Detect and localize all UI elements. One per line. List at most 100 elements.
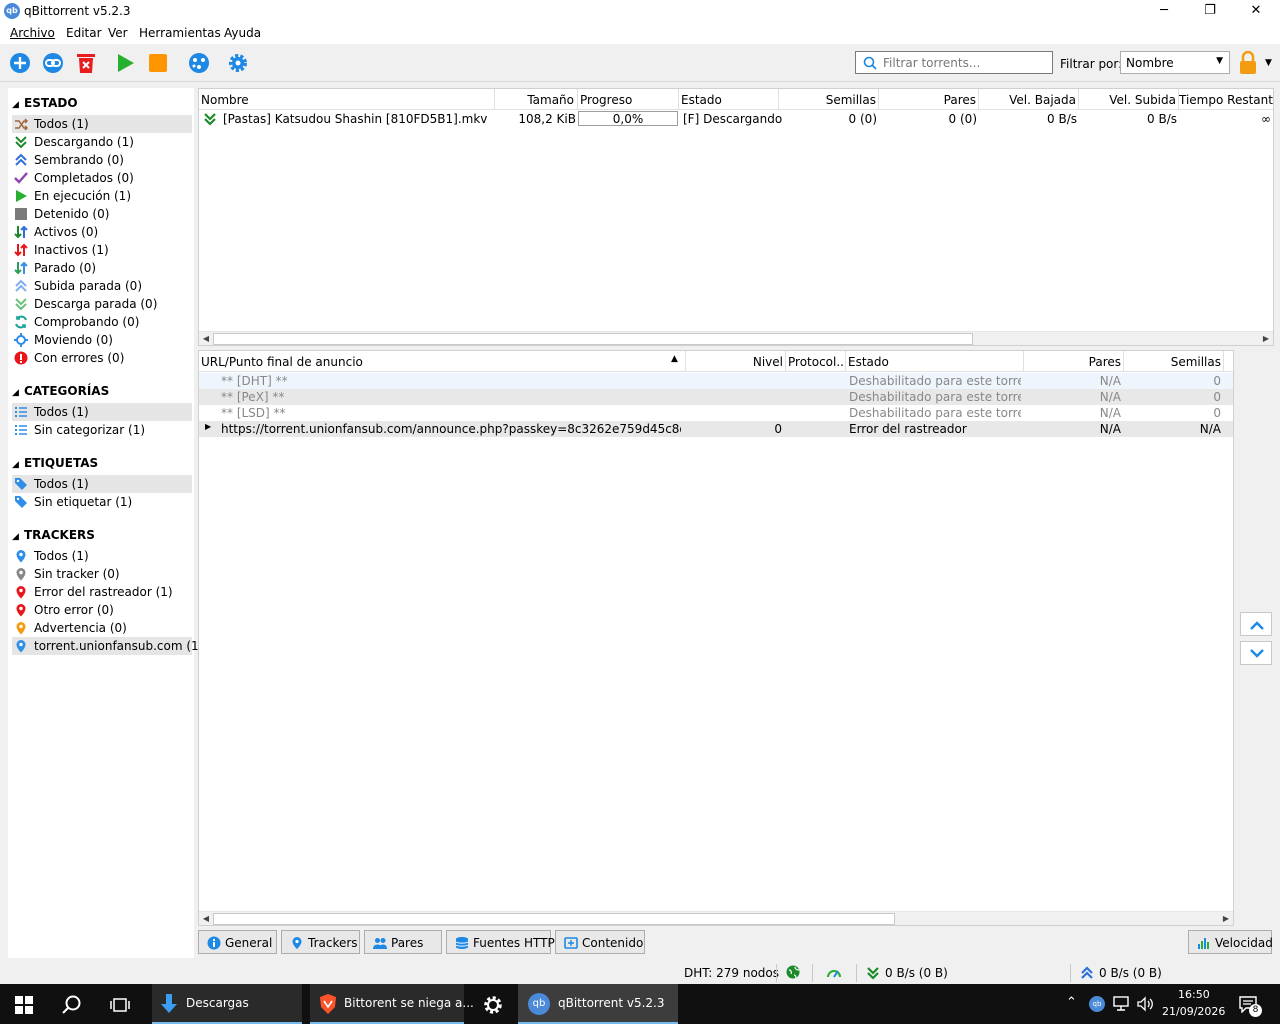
col-nivel[interactable]: Nivel: [686, 351, 786, 371]
tracker-row[interactable]: ** [DHT] ** Deshabilitado para este torre…: [199, 373, 1233, 389]
scroll-right-icon[interactable]: ▶: [1259, 332, 1273, 346]
col-pares[interactable]: Pares: [879, 89, 979, 109]
section-categorias[interactable]: ◢ CATEGORÍAS: [12, 384, 109, 398]
expand-row-icon[interactable]: ▶: [205, 422, 211, 431]
tracker-filter-item[interactable]: Sin tracker (0): [12, 565, 192, 583]
col-nombre[interactable]: Nombre: [199, 89, 495, 109]
status-filter-item[interactable]: Subida parada (0): [12, 277, 192, 295]
tab-contenido[interactable]: Contenido: [555, 930, 645, 954]
tab-velocidad[interactable]: Velocidad: [1188, 930, 1273, 954]
resume-icon[interactable]: [114, 52, 136, 74]
close-button[interactable]: ✕: [1233, 0, 1279, 23]
lock-menu-chevron-icon[interactable]: ▼: [1265, 58, 1272, 68]
col-estado[interactable]: Estado: [679, 89, 779, 109]
status-filter-item[interactable]: Con errores (0): [12, 349, 192, 367]
add-link-icon[interactable]: [42, 52, 64, 74]
section-etiquetas[interactable]: ◢ ETIQUETAS: [12, 456, 98, 470]
search-input[interactable]: Filtrar torrents...: [855, 51, 1053, 74]
col-semillas-tracker[interactable]: Semillas: [1124, 351, 1224, 371]
filter-select[interactable]: Nombre ▼: [1120, 51, 1230, 74]
tracker-row[interactable]: ** [LSD] ** Deshabilitado para este torre…: [199, 405, 1233, 421]
settings-gear-icon[interactable]: [482, 994, 504, 1016]
clock-time[interactable]: 16:50: [1178, 988, 1210, 1001]
scroll-thumb[interactable]: [213, 913, 895, 925]
search-icon[interactable]: [61, 994, 83, 1016]
status-filter-item[interactable]: Completados (0): [12, 169, 192, 187]
status-filter-item[interactable]: Sembrando (0): [12, 151, 192, 169]
scroll-right-icon[interactable]: ▶: [1219, 912, 1233, 926]
status-filter-item[interactable]: Detenido (0): [12, 205, 192, 223]
col-vel-bajada[interactable]: Vel. Bajada: [979, 89, 1079, 109]
task-view-icon[interactable]: [110, 996, 130, 1014]
tracker-filter-item[interactable]: Error del rastreador (1): [12, 583, 192, 601]
torrent-hscrollbar[interactable]: ◀ ▶: [199, 331, 1273, 345]
connection-globe-icon[interactable]: [786, 965, 800, 979]
status-filter-item[interactable]: Inactivos (1): [12, 241, 192, 259]
task-browser[interactable]: Bittorent se niega a...: [310, 984, 474, 1024]
clock-date[interactable]: 21/09/2026: [1162, 1005, 1225, 1018]
move-up-button[interactable]: [1240, 612, 1272, 636]
col-progreso[interactable]: Progreso: [578, 89, 679, 109]
remote-icon[interactable]: [188, 52, 210, 74]
network-icon[interactable]: [1112, 996, 1130, 1012]
col-semillas[interactable]: Semillas: [779, 89, 879, 109]
status-filter-item[interactable]: Parado (0): [12, 259, 192, 277]
tab-trackers[interactable]: Trackers: [281, 930, 360, 954]
tab-pares[interactable]: Pares: [364, 930, 442, 954]
category-filter-item[interactable]: Sin categorizar (1): [12, 421, 192, 439]
torrent-row[interactable]: [Pastas] Katsudou Shashin [810FD5B1].mkv…: [199, 110, 1273, 128]
move-down-button[interactable]: [1240, 641, 1272, 665]
tracker-row[interactable]: ▶ https://torrent.unionfansub.com/announc…: [199, 421, 1233, 437]
tray-qbittorrent-icon[interactable]: qb: [1089, 996, 1105, 1012]
category-filter-item[interactable]: Todos (1): [12, 403, 192, 421]
menu-archivo[interactable]: Archivo: [10, 26, 55, 40]
minimize-button[interactable]: ─: [1141, 0, 1187, 23]
pause-icon[interactable]: [147, 52, 169, 74]
trackers-hscrollbar[interactable]: ◀ ▶: [199, 911, 1233, 925]
col-protocolo[interactable]: Protocol...: [786, 351, 846, 371]
col-url[interactable]: URL/Punto final de anuncio ▲: [199, 351, 686, 371]
col-vel-subida[interactable]: Vel. Subida: [1079, 89, 1179, 109]
delete-icon[interactable]: [75, 52, 97, 74]
status-filter-item[interactable]: Todos (1): [12, 115, 192, 133]
tracker-row[interactable]: ** [PeX] ** Deshabilitado para este torre…: [199, 389, 1233, 405]
tracker-filter-item[interactable]: Todos (1): [12, 547, 192, 565]
error-icon: [14, 351, 28, 365]
status-filter-item[interactable]: Descarga parada (0): [12, 295, 192, 313]
task-qbittorrent[interactable]: qb qBittorrent v5.2.3: [518, 984, 678, 1024]
maximize-button[interactable]: ❐: [1187, 0, 1233, 23]
status-filter-item[interactable]: Moviendo (0): [12, 331, 192, 349]
windows-start-icon[interactable]: [15, 996, 33, 1014]
scroll-thumb[interactable]: [213, 333, 973, 345]
col-pares-tracker[interactable]: Pares: [1024, 351, 1124, 371]
settings-icon[interactable]: [227, 52, 249, 74]
menu-herramientas[interactable]: Herramientas: [139, 26, 221, 40]
col-estado-tracker[interactable]: Estado: [846, 351, 1024, 371]
task-descargas[interactable]: Descargas: [152, 984, 302, 1024]
tab-fuentes-http[interactable]: Fuentes HTTP: [446, 930, 555, 954]
tag-filter-item[interactable]: Todos (1): [12, 475, 192, 493]
col-tamano[interactable]: Tamaño: [495, 89, 578, 109]
tracker-filter-item[interactable]: Otro error (0): [12, 601, 192, 619]
menu-ver[interactable]: Ver: [108, 26, 128, 40]
speed-limit-icon[interactable]: [826, 965, 842, 979]
scroll-left-icon[interactable]: ◀: [199, 912, 213, 926]
section-estado[interactable]: ◢ ESTADO: [12, 96, 78, 110]
status-filter-item[interactable]: Descargando (1): [12, 133, 192, 151]
lock-icon[interactable]: [1238, 51, 1258, 75]
volume-icon[interactable]: [1136, 996, 1154, 1012]
status-filter-item[interactable]: En ejecución (1): [12, 187, 192, 205]
menu-ayuda[interactable]: Ayuda: [224, 26, 261, 40]
tab-general[interactable]: General: [198, 930, 277, 954]
status-filter-item[interactable]: Activos (0): [12, 223, 192, 241]
col-tiempo-restante[interactable]: Tiempo Restant: [1179, 89, 1273, 109]
tag-filter-item[interactable]: Sin etiquetar (1): [12, 493, 192, 511]
add-torrent-icon[interactable]: [9, 52, 31, 74]
status-filter-item[interactable]: Comprobando (0): [12, 313, 192, 331]
scroll-left-icon[interactable]: ◀: [199, 332, 213, 346]
tracker-filter-item[interactable]: Advertencia (0): [12, 619, 192, 637]
section-trackers[interactable]: ◢ TRACKERS: [12, 528, 95, 542]
tray-expand-icon[interactable]: ⌃: [1066, 995, 1077, 1010]
menu-editar[interactable]: Editar: [66, 26, 102, 40]
tracker-filter-item[interactable]: torrent.unionfansub.com (1): [12, 637, 203, 655]
